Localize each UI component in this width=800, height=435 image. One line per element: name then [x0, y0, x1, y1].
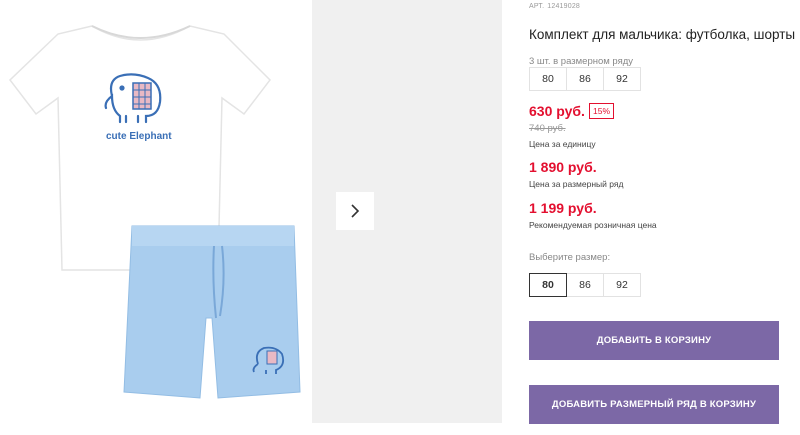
pack-price: 1 890 руб.: [529, 159, 597, 175]
add-pack-to-cart-button[interactable]: ДОБАВИТЬ РАЗМЕРНЫЙ РЯД В КОРЗИНУ: [529, 385, 779, 424]
size-option-80[interactable]: 80: [529, 273, 567, 297]
pack-label: 3 шт. в размерном ряду: [529, 56, 634, 67]
old-price: 740 руб.: [529, 123, 566, 134]
product-image: cute Elephant: [8, 25, 301, 399]
pack-size-86: 86: [566, 67, 604, 91]
article-label: АРТ.: [529, 3, 545, 10]
pack-size-92: 92: [603, 67, 641, 91]
article-number: АРТ. 12419028: [529, 3, 583, 10]
svg-text:cute Elephant: cute Elephant: [106, 131, 172, 142]
pack-price-caption: Цена за размерный ряд: [529, 179, 624, 189]
retail-price: 1 199 руб.: [529, 200, 597, 216]
chevron-right-icon: [351, 204, 360, 218]
add-to-cart-button[interactable]: ДОБАВИТЬ В КОРЗИНУ: [529, 321, 779, 360]
size-option-92[interactable]: 92: [603, 273, 641, 297]
size-option-86[interactable]: 86: [566, 273, 604, 297]
size-selector: 80 86 92: [529, 273, 641, 297]
product-title: Комплект для мальчика: футболка, шорты: [529, 27, 796, 42]
retail-price-caption: Рекомендуемая розничная цена: [529, 220, 657, 230]
unit-price: 630 руб.: [529, 103, 585, 119]
product-photo[interactable]: cute Elephant: [0, 0, 312, 430]
pack-size-80: 80: [529, 67, 567, 91]
gallery-next-button[interactable]: [336, 192, 374, 230]
choose-size-label: Выберите размер:: [529, 252, 611, 263]
discount-badge: 15%: [589, 103, 615, 119]
shorts-image: [123, 225, 301, 399]
article-value: 12419028: [547, 3, 581, 10]
unit-price-caption: Цена за единицу: [529, 139, 596, 149]
pack-sizes: 80 86 92: [529, 67, 641, 91]
